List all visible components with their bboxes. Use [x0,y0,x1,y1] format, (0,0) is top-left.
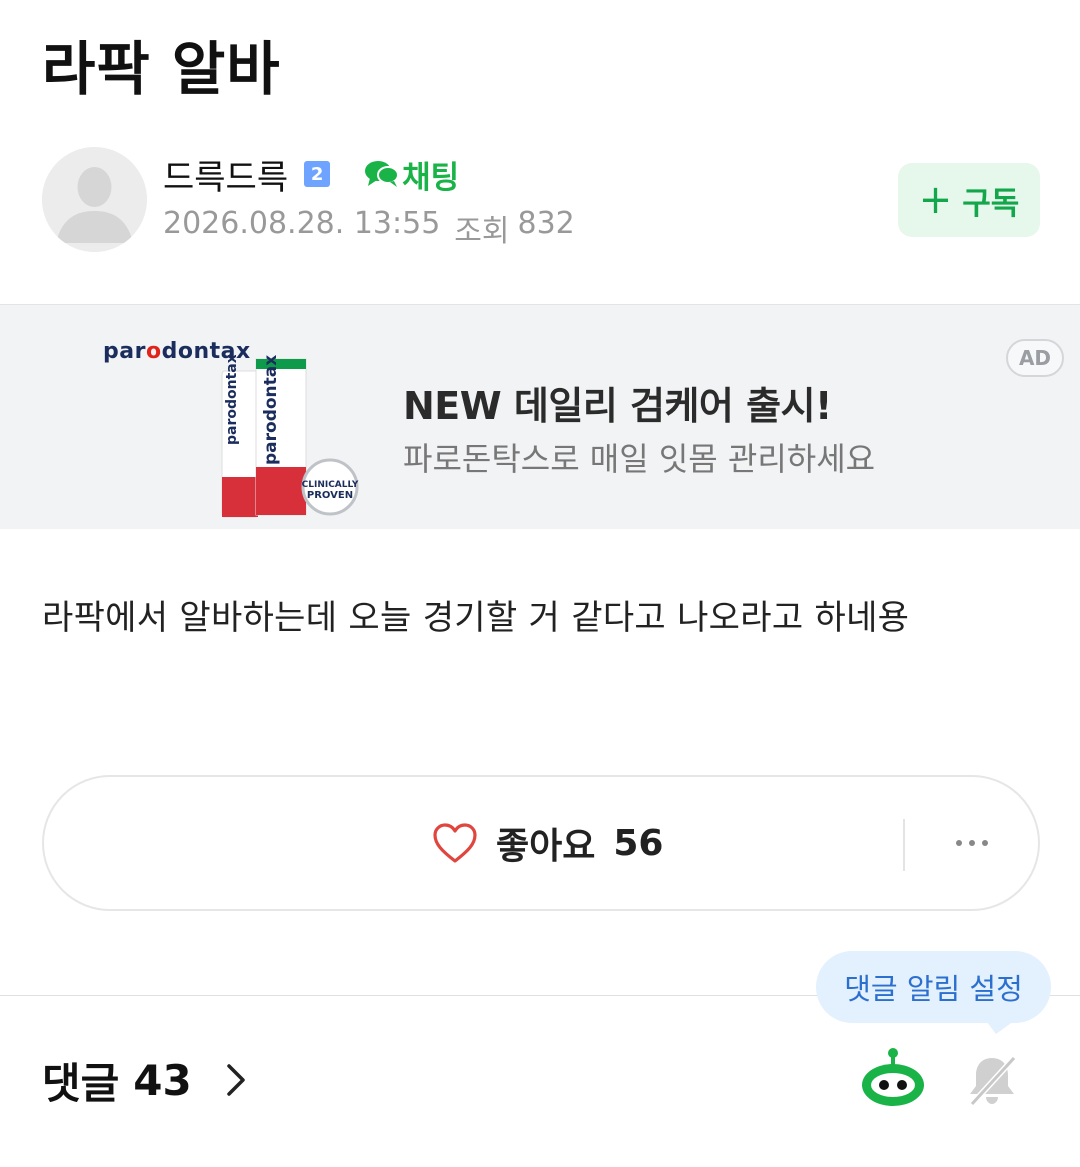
bell-off-icon[interactable] [964,1052,1020,1108]
post-meta: 2026.08.28. 13:55 조회 832 [163,206,575,250]
subscribe-button[interactable]: + 구독 [898,163,1040,237]
plus-icon: + [918,177,953,223]
like-count: 56 [613,822,664,864]
more-dots-icon[interactable] [944,825,1000,861]
ad-banner[interactable]: parodontax parodontax parodontax CLINICA… [0,304,1080,529]
like-label: 좋아요 [496,826,596,867]
svg-text:CLINICALLY: CLINICALLY [302,480,359,490]
chevron-right-icon [226,1064,245,1096]
bot-icon[interactable] [860,1047,926,1107]
like-button[interactable]: 좋아요 56 [432,777,663,909]
ad-tag[interactable]: AD [1006,339,1064,377]
post-date: 2026.08.28. 13:55 [163,206,441,241]
comments-label: 댓글 [42,1058,120,1108]
post-body: 라팍에서 알바하는데 오늘 경기할 거 같다고 나오라고 하네용 [42,598,910,638]
reaction-divider [903,819,905,871]
svg-text:parodontax: parodontax [224,355,240,445]
reaction-bar: 좋아요 56 [42,775,1040,911]
views-count: 832 [517,206,575,241]
toothpaste-product-image: parodontax parodontax CLINICALLY PROVEN [221,355,359,518]
svg-text:PROVEN: PROVEN [307,490,353,501]
post-title: 라팍 알바 [42,35,281,103]
views-label: 조회 [454,214,510,249]
tooltip-tail [984,1018,1018,1034]
comments-header[interactable]: 댓글 43 [42,1050,248,1110]
comment-notify-tooltip[interactable]: 댓글 알림 설정 [816,951,1051,1023]
svg-text:parodontax: parodontax [261,355,281,465]
default-avatar-icon [42,147,147,252]
chat-bubble-icon [365,161,400,187]
chat-label: 채팅 [402,159,460,196]
ad-subtext: 파로돈탁스로 매일 잇몸 관리하세요 [403,440,876,478]
avatar[interactable] [42,147,147,252]
author-name[interactable]: 드륵드륵 [163,150,288,199]
level-badge: 2 [304,161,331,187]
comments-count: 43 [133,1055,192,1105]
heart-icon [433,823,477,863]
author-row: 드륵드륵 2 채팅 [163,150,459,199]
ad-headline: NEW 데일리 검케어 출시! [403,384,832,428]
chat-link[interactable]: 채팅 [364,152,459,197]
subscribe-label: 구독 [962,185,1020,222]
